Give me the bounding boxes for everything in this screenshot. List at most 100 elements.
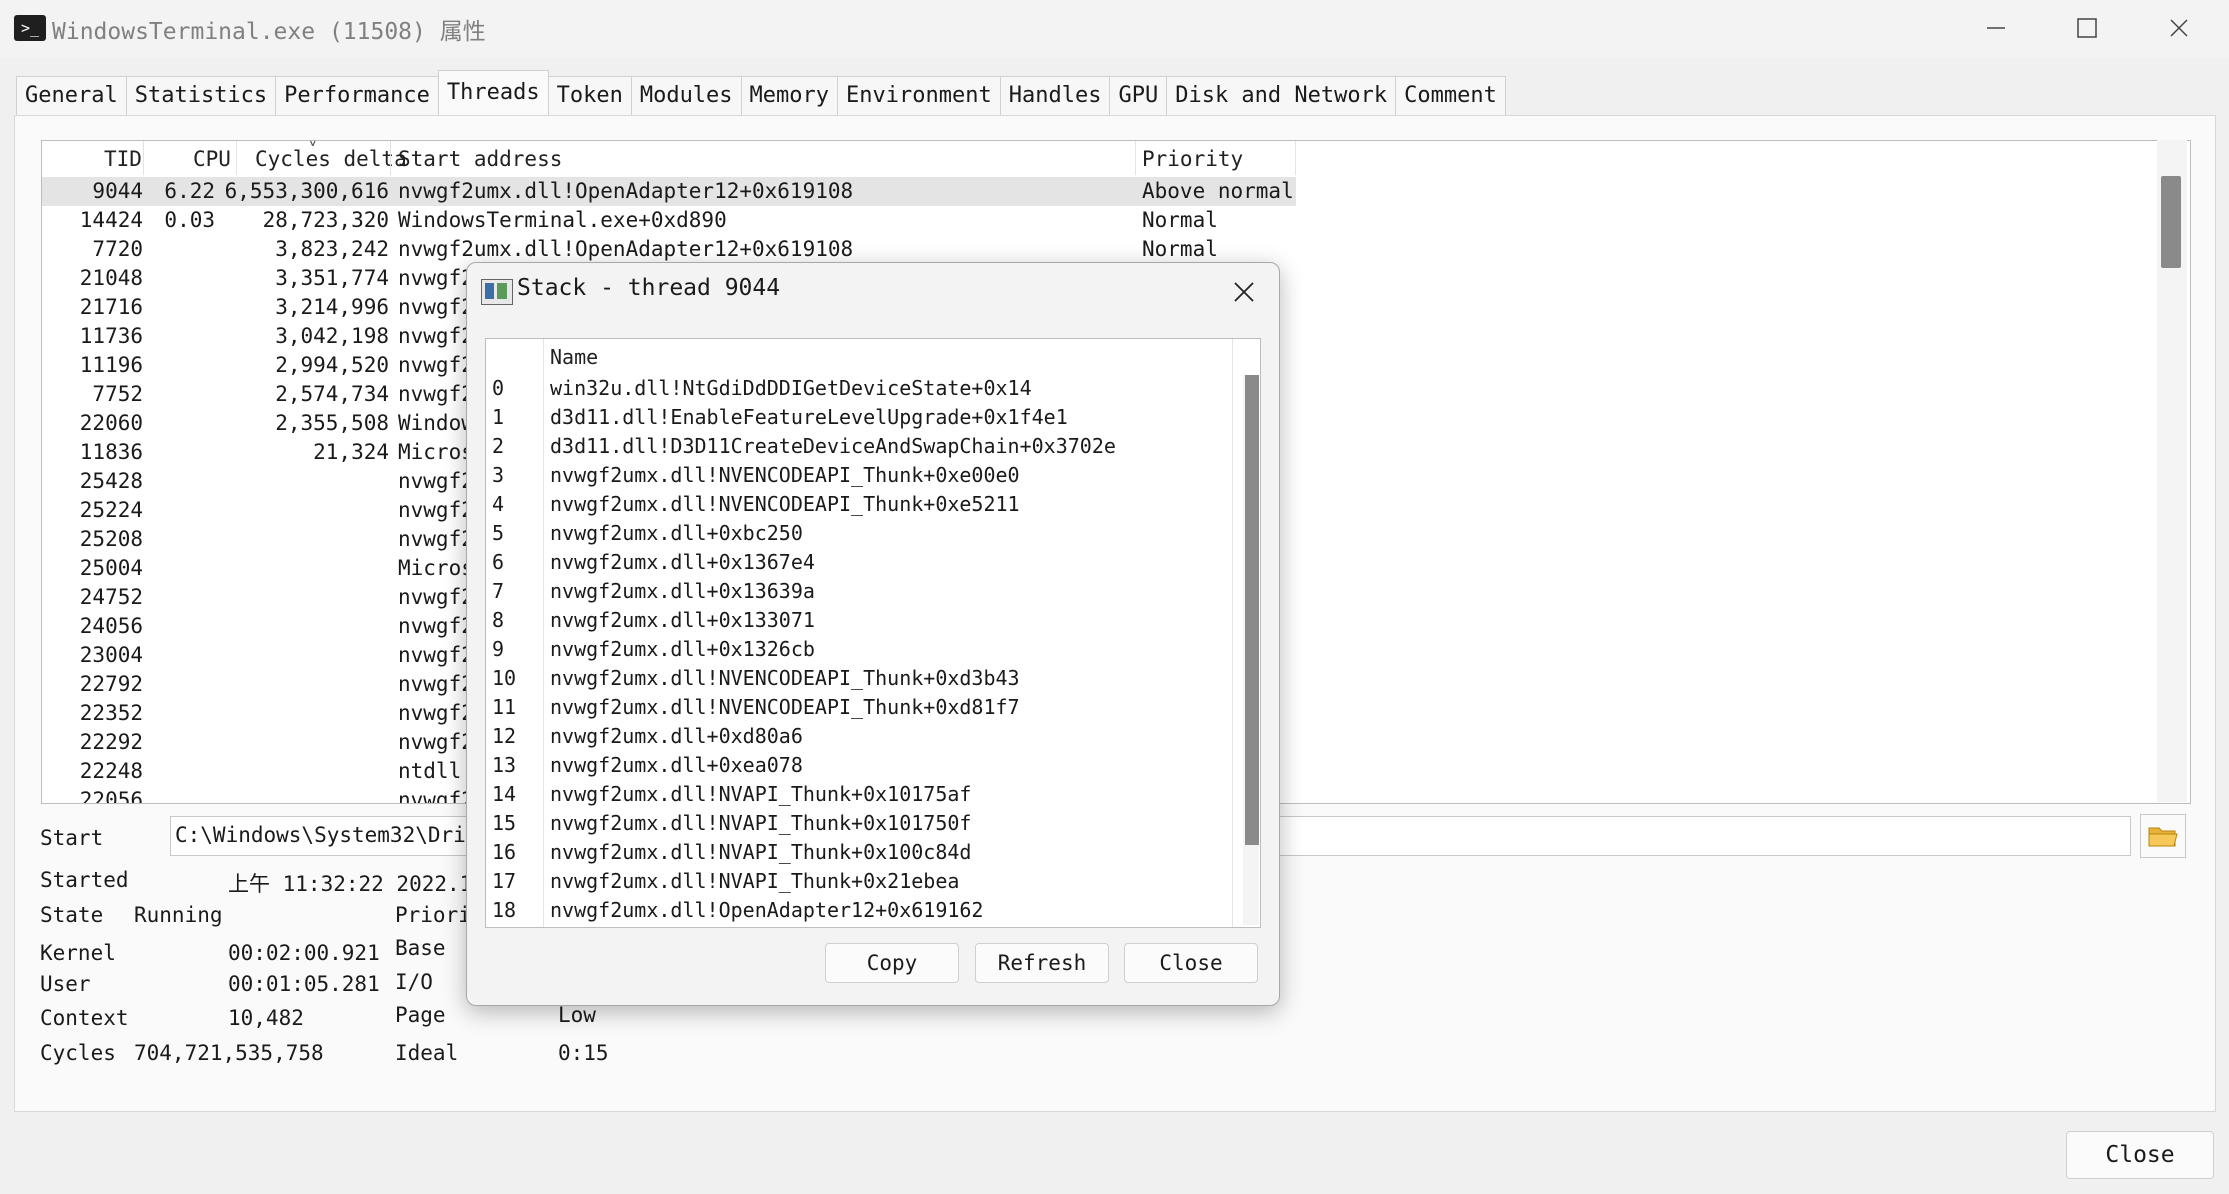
cell-cycles: 3,823,242 <box>275 237 389 261</box>
stack-frame-row[interactable]: 14 nvwgf2umx.dll!NVAPI_Thunk+0x10175af <box>486 780 1226 809</box>
stack-frame-row[interactable]: 11 nvwgf2umx.dll!NVENCODEAPI_Thunk+0xd81f… <box>486 693 1226 722</box>
column-separator <box>390 141 391 175</box>
cell-start: nvwgf2 <box>398 672 474 696</box>
cell-start: WindowsTerminal.exe+0xd890 <box>398 208 727 232</box>
tab-handles[interactable]: Handles <box>999 76 1111 115</box>
cell-start: Window <box>398 411 474 435</box>
page-priority-label: Page <box>395 1003 446 1027</box>
tab-disk-and-network[interactable]: Disk and Network <box>1166 76 1397 115</box>
cell-start: nvwgf2 <box>398 585 474 609</box>
cell-tid: 24752 <box>79 585 143 609</box>
cycles-label: Cycles <box>40 1041 116 1065</box>
dialog-close-text-button[interactable]: Close <box>1124 943 1258 983</box>
ideal-processor-value: 0:15 <box>558 1041 609 1065</box>
stack-frame-row[interactable]: 12 nvwgf2umx.dll+0xd80a6 <box>486 722 1226 751</box>
open-folder-button[interactable] <box>2140 814 2186 858</box>
cell-start: nvwgf2 <box>398 266 474 290</box>
frame-index: 18 <box>492 898 517 922</box>
minimize-button[interactable] <box>1964 4 2028 52</box>
tab-token[interactable]: Token <box>547 76 632 115</box>
cell-tid: 22292 <box>79 730 143 754</box>
stack-frame-row[interactable]: 6 nvwgf2umx.dll+0x1367e4 <box>486 548 1226 577</box>
frame-index: 9 <box>492 637 505 661</box>
column-header-name[interactable]: Name <box>550 345 598 369</box>
tab-comment[interactable]: Comment <box>1395 76 1506 115</box>
stack-frame-row[interactable]: 1 d3d11.dll!EnableFeatureLevelUpgrade+0x1… <box>486 403 1226 432</box>
column-header-cpu[interactable]: CPU <box>193 147 231 171</box>
tab-environment[interactable]: Environment <box>837 76 1001 115</box>
stack-frame-row[interactable]: 3 nvwgf2umx.dll!NVENCODEAPI_Thunk+0xe00e0 <box>486 461 1226 490</box>
tab-general[interactable]: General <box>16 76 127 115</box>
maximize-button[interactable] <box>2055 4 2119 52</box>
tab-memory[interactable]: Memory <box>740 76 839 115</box>
frame-index: 6 <box>492 550 505 574</box>
stack-frame-row[interactable]: 7 nvwgf2umx.dll+0x13639a <box>486 577 1226 606</box>
user-value: 00:01:05.281 <box>228 972 380 996</box>
maximize-icon <box>2077 18 2097 38</box>
close-button[interactable]: Close <box>2066 1131 2214 1179</box>
cell-start: Micros <box>398 556 474 580</box>
stack-frame-row[interactable]: 2 d3d11.dll!D3D11CreateDeviceAndSwapChain… <box>486 432 1226 461</box>
stack-frame-row[interactable]: 10 nvwgf2umx.dll!NVENCODEAPI_Thunk+0xd3b4… <box>486 664 1226 693</box>
cell-cpu: 0.03 <box>164 208 215 232</box>
started-value: 上午 11:32:22 2022.10. <box>228 872 498 896</box>
column-header-cycles-delta[interactable]: Cycles delta <box>255 147 407 171</box>
refresh-button[interactable]: Refresh <box>975 943 1109 983</box>
stack-frames-list[interactable]: Name 0 win32u.dll!NtGdiDdDDIGetDeviceStat… <box>485 338 1261 928</box>
table-row[interactable]: 7720 3,823,242 nvwgf2umx.dll!OpenAdapter12… <box>42 235 1296 264</box>
window-title: WindowsTerminal.exe (11508) 属性 <box>52 19 486 45</box>
cell-tid: 22792 <box>79 672 143 696</box>
cell-cycles: 3,214,996 <box>275 295 389 319</box>
tab-strip: General Statistics Performance Threads Token… <box>16 70 1506 116</box>
stack-frame-row[interactable]: 18 nvwgf2umx.dll!OpenAdapter12+0x619162 <box>486 896 1226 925</box>
dialog-close-button[interactable] <box>1227 275 1261 309</box>
stack-frame-row[interactable]: 8 nvwgf2umx.dll+0x133071 <box>486 606 1226 635</box>
frame-name: d3d11.dll!EnableFeatureLevelUpgrade+0x1f… <box>550 405 1068 429</box>
table-row[interactable]: 9044 6.22 6,553,300,616 nvwgf2umx.dll!OpenA… <box>42 177 1296 206</box>
tab-statistics[interactable]: Statistics <box>125 76 277 115</box>
cell-tid: 21048 <box>79 266 143 290</box>
start-path-value: C:\Windows\System32\Driver <box>175 823 504 847</box>
stack-frame-row[interactable]: 9 nvwgf2umx.dll+0x1326cb <box>486 635 1226 664</box>
cell-start: nvwgf2 <box>398 469 474 493</box>
tab-threads[interactable]: Threads <box>437 70 549 115</box>
frame-index: 12 <box>492 724 517 748</box>
cell-start: nvwgf2 <box>398 295 474 319</box>
frame-index: 8 <box>492 608 505 632</box>
tab-performance[interactable]: Performance <box>275 76 439 115</box>
window-close-button[interactable] <box>2147 4 2211 52</box>
frame-index: 4 <box>492 492 505 516</box>
table-row[interactable]: 14424 0.03 28,723,320 WindowsTerminal.exe+0… <box>42 206 1296 235</box>
column-header-tid[interactable]: TID <box>104 147 142 171</box>
threads-scrollbar-thumb[interactable] <box>2161 176 2181 268</box>
column-separator <box>1295 141 1296 175</box>
stack-frame-row[interactable]: 5 nvwgf2umx.dll+0xbc250 <box>486 519 1226 548</box>
cell-start: nvwgf2 <box>398 353 474 377</box>
frame-name: nvwgf2umx.dll!NVAPI_Thunk+0x100c84d <box>550 840 972 864</box>
cell-start: nvwgf2 <box>398 498 474 522</box>
cell-start: nvwgf2umx.dll!OpenAdapter12+0x619108 <box>398 179 854 203</box>
column-header-start-address[interactable]: Start address <box>398 147 562 171</box>
cell-cycles: 3,042,198 <box>275 324 389 348</box>
stack-frame-row[interactable]: 4 nvwgf2umx.dll!NVENCODEAPI_Thunk+0xe5211 <box>486 490 1226 519</box>
kernel-value: 00:02:00.921 <box>228 941 380 965</box>
frame-name: nvwgf2umx.dll!NVENCODEAPI_Thunk+0xd81f7 <box>550 695 1020 719</box>
column-header-priority[interactable]: Priority <box>1142 147 1243 171</box>
tab-gpu[interactable]: GPU <box>1109 76 1168 115</box>
tab-modules[interactable]: Modules <box>630 76 742 115</box>
stack-window-icon <box>481 279 513 305</box>
stack-frame-row[interactable]: 15 nvwgf2umx.dll!NVAPI_Thunk+0x101750f <box>486 809 1226 838</box>
stack-frame-row[interactable]: 17 nvwgf2umx.dll!NVAPI_Thunk+0x21ebea <box>486 867 1226 896</box>
stack-frame-row[interactable]: 0 win32u.dll!NtGdiDdDDIGetDeviceState+0x1… <box>486 374 1226 403</box>
column-separator <box>143 141 144 175</box>
frame-name: nvwgf2umx.dll!NVAPI_Thunk+0x10175af <box>550 782 972 806</box>
frame-index: 16 <box>492 840 517 864</box>
stack-dialog: Stack - thread 9044 Name 0 win32u.dll!NtG… <box>466 262 1280 1006</box>
column-separator <box>1135 141 1136 175</box>
cell-start: ntdll. <box>398 759 474 783</box>
cell-tid: 23004 <box>79 643 143 667</box>
stack-frame-row[interactable]: 16 nvwgf2umx.dll!NVAPI_Thunk+0x100c84d <box>486 838 1226 867</box>
copy-button[interactable]: Copy <box>825 943 959 983</box>
stack-scrollbar-thumb[interactable] <box>1245 375 1259 845</box>
stack-frame-row[interactable]: 13 nvwgf2umx.dll+0xea078 <box>486 751 1226 780</box>
